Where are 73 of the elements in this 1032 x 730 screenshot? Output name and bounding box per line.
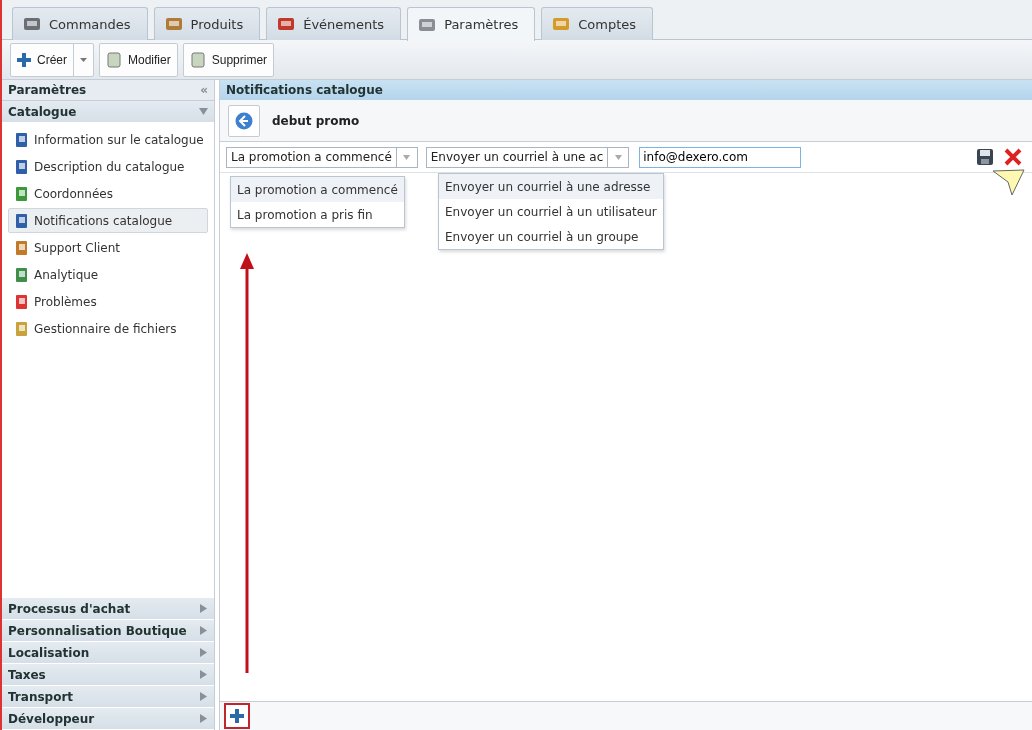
section-header[interactable]: Catalogue <box>2 101 214 123</box>
collapsed-icon <box>199 626 208 635</box>
delete-icon[interactable] <box>1004 148 1022 166</box>
sidebar-item[interactable]: Analytique <box>8 262 208 287</box>
add-button[interactable] <box>224 703 250 729</box>
section-title: Processus d'achat <box>8 601 131 616</box>
action-dropdown[interactable]: Envoyer un courriel à une ac <box>425 146 630 168</box>
caret-icon <box>614 154 622 160</box>
toolbar-button[interactable]: Modifier <box>99 43 178 77</box>
tab[interactable]: Produits <box>153 7 261 40</box>
dropdown-option[interactable]: La promotion a commencé <box>231 177 404 202</box>
record-title: debut promo <box>272 113 360 128</box>
sidebar-item[interactable]: Coordonnées <box>8 181 208 206</box>
section-header[interactable]: Personnalisation Boutique <box>2 620 214 642</box>
event-dropdown[interactable]: La promotion a commencé <box>226 146 418 168</box>
collapsed-icon <box>199 692 208 701</box>
tab[interactable]: Comptes <box>541 7 654 40</box>
create-button[interactable]: Créer <box>10 43 94 77</box>
plus-icon <box>230 709 244 723</box>
item-icon <box>14 293 30 310</box>
sidebar-item[interactable]: Support Client <box>8 235 208 260</box>
dropdown-option[interactable]: Envoyer un courriel à un groupe <box>439 224 663 249</box>
tab-icon <box>277 16 296 32</box>
item-icon <box>14 320 30 337</box>
tab-icon <box>418 16 437 33</box>
collapsed-icon <box>199 670 208 679</box>
toolbar-icon <box>189 51 206 69</box>
item-icon <box>14 185 30 202</box>
sidebar-item[interactable]: Notifications catalogue <box>8 208 208 233</box>
item-icon <box>14 131 30 148</box>
tab-icon <box>164 16 183 32</box>
section-title: Localisation <box>8 645 90 660</box>
item-icon <box>14 239 30 256</box>
section-title: Catalogue <box>8 104 77 119</box>
dropdown-option[interactable]: Envoyer un courriel à une adresse <box>439 174 663 199</box>
section-header[interactable]: Localisation <box>2 642 214 664</box>
section-title: Transport <box>8 689 74 704</box>
section-header[interactable]: Transport <box>2 686 214 708</box>
panel-title: Notifications catalogue <box>220 80 1032 100</box>
item-icon <box>14 266 30 283</box>
back-button[interactable] <box>228 104 260 137</box>
section-header[interactable]: Processus d'achat <box>2 598 214 620</box>
sidebar-title: Paramètres <box>8 83 87 97</box>
expanded-icon <box>199 107 208 116</box>
email-field[interactable]: info@dexero.com <box>639 146 802 168</box>
item-icon <box>14 212 30 229</box>
section-title: Taxes <box>8 667 46 682</box>
collapsed-icon <box>199 648 208 657</box>
caret-icon <box>403 154 411 160</box>
tab-icon <box>552 16 571 32</box>
plus-icon <box>17 53 31 67</box>
sidebar-item[interactable]: Information sur le catalogue <box>8 127 208 152</box>
save-icon[interactable] <box>976 148 994 166</box>
sidebar-item[interactable]: Gestionnaire de fichiers <box>8 316 208 341</box>
caret-icon <box>80 58 87 62</box>
tab-icon <box>23 16 41 32</box>
tab[interactable]: Paramètres <box>407 7 536 41</box>
collapsed-icon <box>199 604 208 613</box>
item-icon <box>14 158 30 175</box>
dropdown-option[interactable]: Envoyer un courriel à un utilisateur <box>439 199 663 224</box>
section-header[interactable]: Développeur <box>2 708 214 730</box>
section-title: Personnalisation Boutique <box>8 623 187 638</box>
sidebar-item[interactable]: Problèmes <box>8 289 208 314</box>
dropdown-option[interactable]: La promotion a pris fin <box>231 202 404 227</box>
tab[interactable]: Événements <box>266 7 402 40</box>
cursor-icon <box>992 169 1026 197</box>
sidebar-item[interactable]: Description du catalogue <box>8 154 208 179</box>
toolbar-icon <box>106 51 122 69</box>
section-header[interactable]: Taxes <box>2 664 214 686</box>
section-title: Développeur <box>8 711 95 726</box>
toolbar-button[interactable]: Supprimer <box>182 43 275 77</box>
tab[interactable]: Commandes <box>12 7 148 40</box>
collapsed-icon <box>199 714 208 723</box>
